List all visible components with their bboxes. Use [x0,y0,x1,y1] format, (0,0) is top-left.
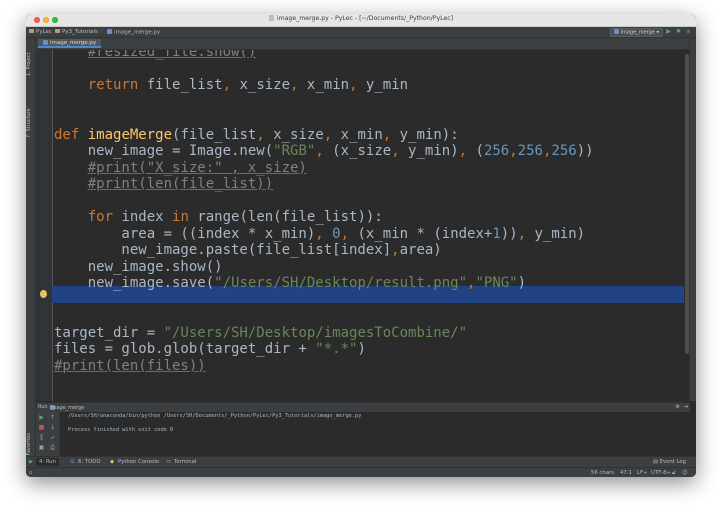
run-panel: ▶ ■ ‖ ▣ ↑ ↓ ⤶ ⎙ /Users/SH/anaconda/bin/p… [36,412,696,456]
todo-icon: ☰ [70,459,75,465]
left-tool-strip: 1: Project 7: Structure 2: Favorites [26,38,36,466]
line-gutter [36,50,53,401]
hide-panel-icon[interactable]: ⇥ [684,404,688,410]
run-panel-label: Run [38,404,48,410]
project-tool-tab[interactable]: 1: Project [26,42,35,76]
tab-image-merge[interactable]: image_merge.py [38,39,102,48]
scroll-down-icon[interactable]: ↓ [49,424,56,431]
code-line[interactable]: return file_list, x_size, x_min, y_min [54,77,408,94]
status-bar: ▫ 56 chars 47:1 LF÷ UTF-8÷ 🔓︎ ☺ [26,467,696,477]
python-file-icon [107,28,112,34]
restore-layout-icon[interactable]: ▣ [38,444,45,451]
code-line[interactable]: def imageMerge(file_list, x_size, x_min,… [54,127,459,144]
run-button[interactable]: ▶ [665,28,672,35]
soft-wrap-icon[interactable]: ⤶ [49,434,56,441]
code-line[interactable]: files = glob.glob(target_dir + "*.*") [54,341,366,358]
tool-windows-bar: ▶ 4: Run ☰ 6: TODO ◆ Python Console ▭ Te… [26,456,696,467]
pause-icon[interactable]: ‖ [38,434,45,441]
code-line[interactable]: #print(len(file_list)) [54,176,273,193]
rerun-icon[interactable]: ▶ [38,414,45,421]
status-menu-icon[interactable]: ▫ [29,470,33,476]
code-line[interactable]: target_dir = "/Users/SH/Desktop/imagesTo… [54,325,467,342]
todo-tool-button[interactable]: 6: TODO [78,458,101,466]
run-toolbar-primary: ▶ ■ ‖ ▣ [36,412,47,456]
event-log-icon: ▤ [652,459,658,465]
settings-icon[interactable]: ⚙ [676,404,680,410]
file-icon [268,15,274,21]
python-file-icon [613,29,619,34]
run-command-line: /Users/SH/anaconda/bin/python /Users/SH/… [68,413,362,419]
right-tool-strip [689,38,696,401]
event-log-button[interactable]: Event Log [660,458,686,466]
print-icon[interactable]: ⎙ [49,444,56,451]
code-line[interactable]: #print("X_size:" , x_size) [54,160,307,177]
title-bar: image_merge.py - PyLec - [~/Documents/_P… [26,14,696,27]
terminal-icon: ▭ [166,459,172,465]
run-exit-message: Process finished with exit code 0 [68,427,174,433]
editor-tabs: image_merge.py [36,38,690,50]
code-line[interactable]: area = ((index * x_min), 0, (x_min * (in… [54,226,585,243]
search-everywhere-button[interactable]: ⌕ [685,28,692,35]
run-tool-button[interactable]: 4: Run [36,458,59,466]
breadcrumb-separator: › [48,28,51,35]
python-console-icon: ◆ [110,459,115,465]
breadcrumb-folder[interactable]: Py3_Tutorials [55,28,98,35]
file-encoding[interactable]: UTF-8÷ [651,470,671,476]
debug-button[interactable]: ✹ [675,28,682,35]
code-line[interactable]: #resized_file.show() [54,50,257,61]
folder-icon [55,28,60,33]
run-tool-icon: ▶ [29,459,34,465]
code-line[interactable]: #print(len(files)) [54,358,206,375]
lightbulb-icon[interactable] [40,290,47,298]
run-toolbar-secondary: ↑ ↓ ⤶ ⎙ [47,412,60,456]
code-editor[interactable]: #resized_file.show() return file_list, x… [36,50,690,401]
structure-tool-tab[interactable]: 7: Structure [26,98,35,138]
inspector-icon[interactable]: ☺ [682,470,688,476]
python-console-button[interactable]: Python Console [118,458,159,466]
selection-chars: 56 chars [591,469,614,476]
lock-icon[interactable]: 🔓︎ [672,470,675,477]
code-line[interactable]: new_image = Image.new("RGB", (x_size, y_… [54,143,594,160]
window-title: image_merge.py - PyLec - [~/Documents/_P… [26,15,696,22]
ide-window: image_merge.py - PyLec - [~/Documents/_P… [26,14,696,477]
python-file-icon [43,39,48,45]
code-line[interactable]: new_image.save("/Users/SH/Desktop/result… [54,275,526,292]
code-line[interactable]: for index in range(len(file_list)): [54,209,383,226]
run-configuration-select[interactable]: image_merge ▾ [609,28,663,37]
folder-icon [29,28,34,33]
line-separator[interactable]: LF÷ [637,470,647,476]
code-line[interactable]: new_image.paste(file_list[index],area) [54,242,441,259]
run-panel-header: Run image_merge ⚙ ⇥ [36,402,690,412]
breadcrumb-file[interactable]: image_merge.py [107,28,160,35]
stop-icon[interactable]: ■ [38,424,45,431]
code-line[interactable]: new_image.show() [54,259,223,276]
navigation-bar: PyLec › Py3_Tutorials › image_merge.py i… [26,27,696,38]
terminal-button[interactable]: Terminal [174,458,196,466]
breadcrumb-separator: › [100,28,103,35]
caret-position[interactable]: 47:1 [620,470,632,476]
scroll-up-icon[interactable]: ↑ [49,414,56,421]
